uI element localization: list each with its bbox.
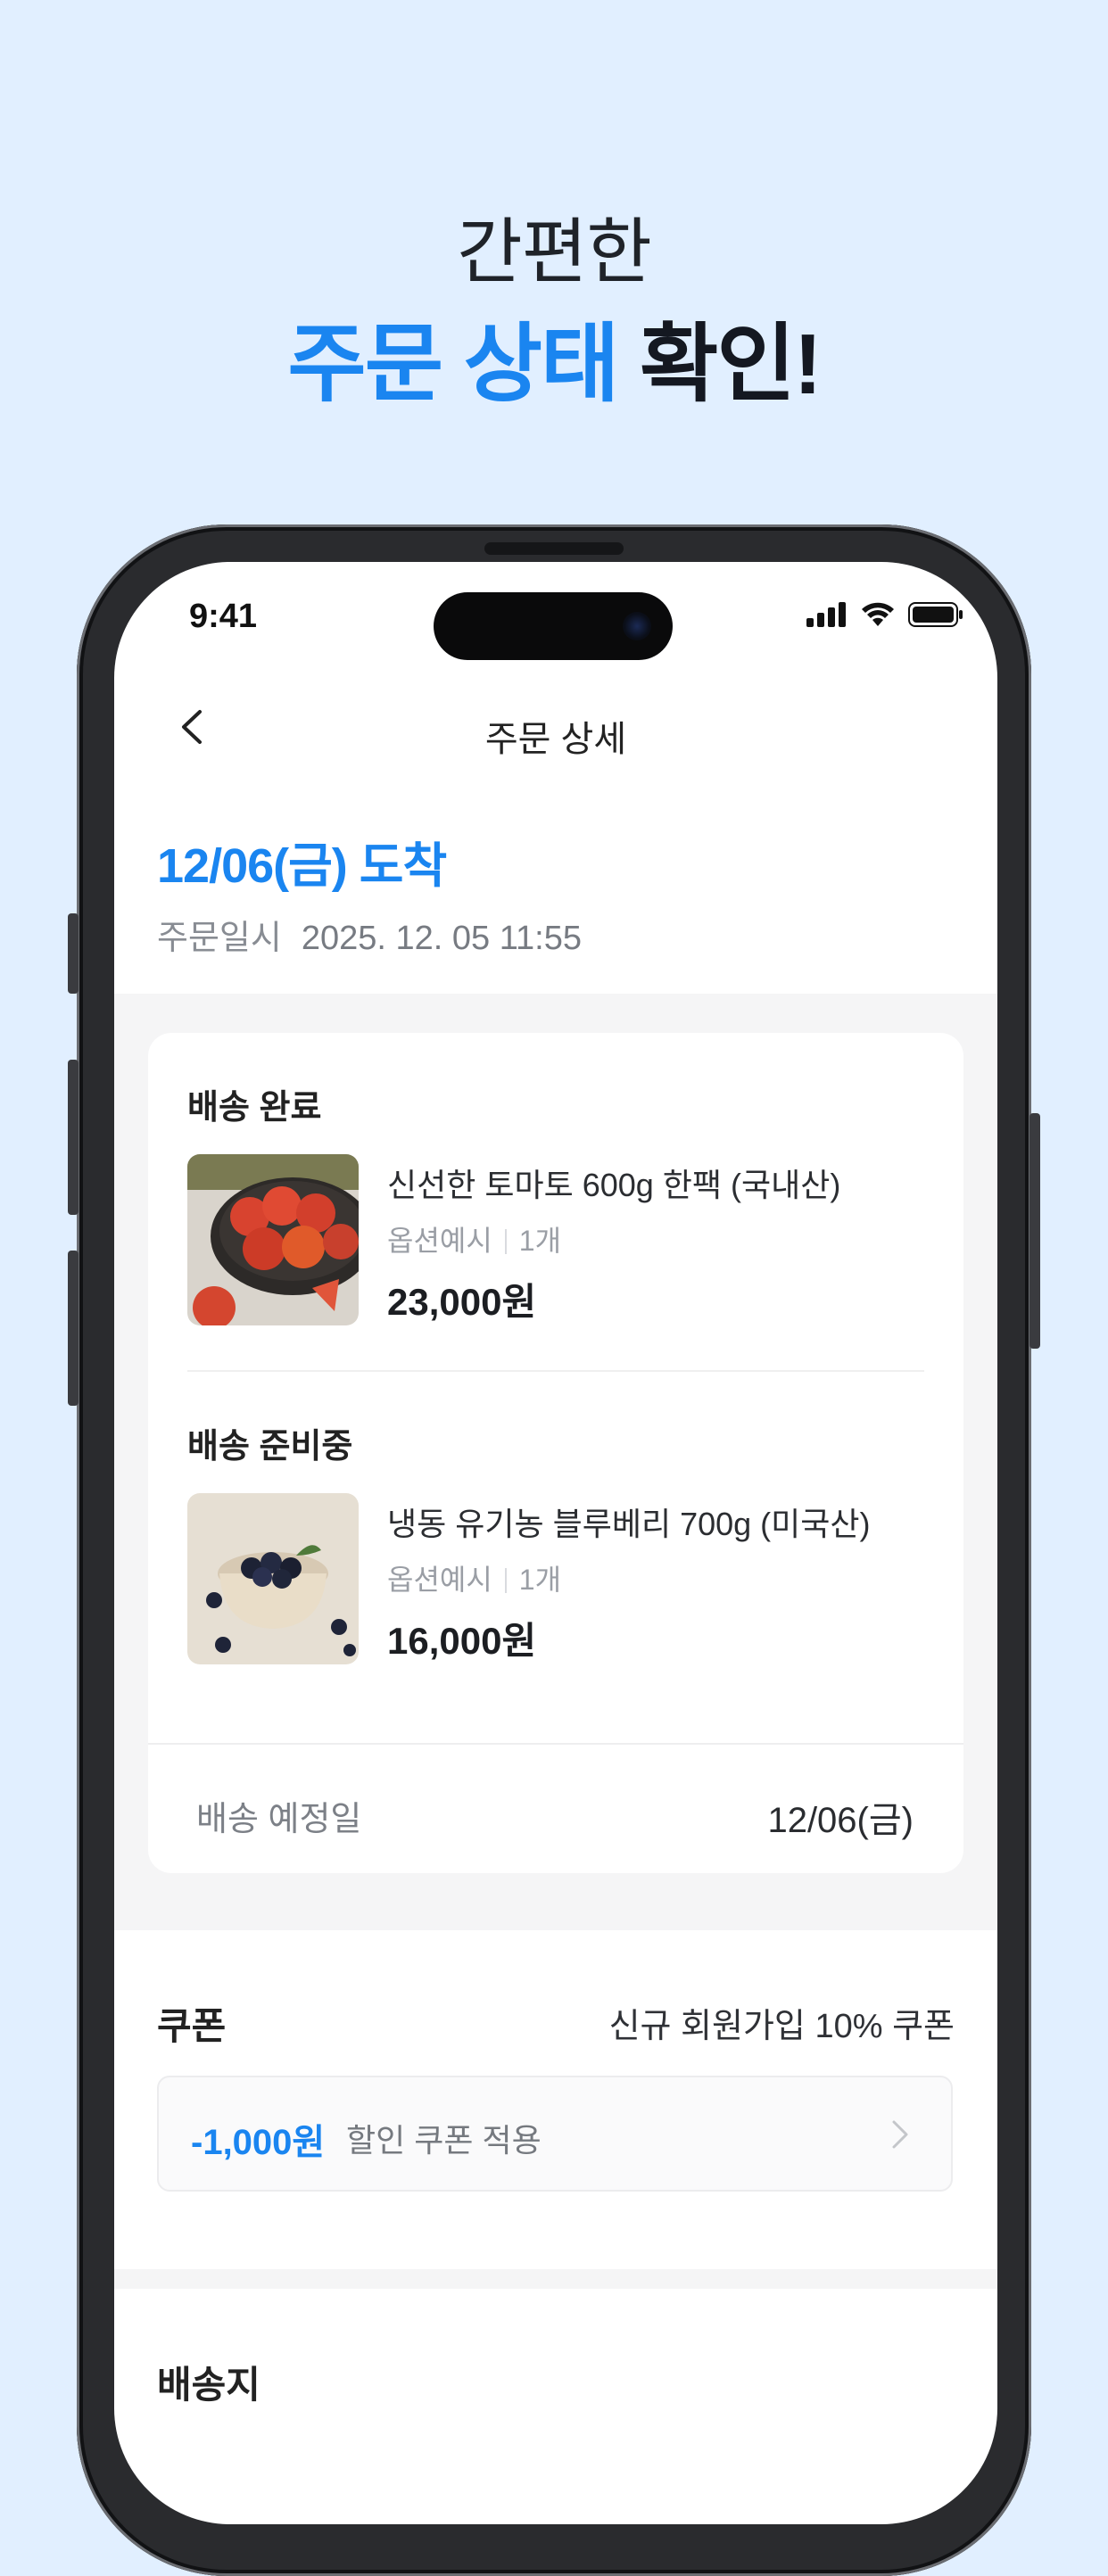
blueberry-photo[interactable] bbox=[187, 1493, 359, 1664]
product-price: 23,000원 bbox=[387, 1281, 537, 1323]
coupon-button[interactable]: -1,000원 할인 쿠폰 적용 bbox=[157, 2076, 953, 2192]
card-divider bbox=[148, 1743, 963, 1745]
order-datetime: 주문일시 2025. 12. 05 11:55 bbox=[157, 910, 582, 959]
blueberry-image bbox=[187, 1493, 359, 1664]
camera-icon bbox=[623, 612, 651, 640]
tomato-photo[interactable] bbox=[187, 1154, 359, 1325]
coupon-label: 쿠폰 bbox=[157, 2005, 227, 2047]
shipping-label: 배송 예정일 bbox=[196, 1801, 362, 1838]
side-button bbox=[68, 913, 79, 994]
side-button bbox=[68, 1251, 79, 1406]
product-name: 신선한 토마토 600g 한팩 (국내산) bbox=[387, 1167, 841, 1203]
tomato-image bbox=[187, 1154, 359, 1325]
phone-screen: 9:41 주문 상세 12/06(금) 도착 주문일시 2025. 12. 05 … bbox=[114, 562, 997, 2524]
product-price: 16,000원 bbox=[387, 1620, 537, 1662]
order-items-card: 배송 완료 신선한 토마토 600g 한팩 (국내산) 옵션예시 1개 23,00… bbox=[148, 1033, 963, 1873]
option-text: 옵션예시 bbox=[387, 1225, 492, 1257]
product-name: 냉동 유기농 블루베리 700g (미국산) bbox=[387, 1506, 871, 1542]
quantity-text: 1개 bbox=[518, 1225, 562, 1257]
status-time: 9:41 bbox=[189, 598, 258, 635]
order-date-value: 2025. 12. 05 11:55 bbox=[301, 920, 582, 957]
shipping-date: 12/06(금) bbox=[767, 1801, 914, 1840]
option-separator bbox=[504, 1568, 507, 1593]
item-status: 배송 준비중 bbox=[187, 1428, 353, 1466]
option-separator bbox=[504, 1229, 507, 1254]
chevron-right-icon bbox=[892, 2120, 908, 2149]
page-title: 주문 상세 bbox=[484, 720, 627, 759]
order-date-label: 주문일시 bbox=[157, 920, 282, 957]
quantity-text: 1개 bbox=[518, 1564, 562, 1596]
coupon-name: 신규 회원가입 10% 쿠폰 bbox=[608, 2008, 955, 2045]
coupon-description: 할인 쿠폰 적용 bbox=[346, 2122, 542, 2159]
item-status: 배송 완료 bbox=[187, 1089, 322, 1127]
dynamic-island bbox=[434, 592, 673, 660]
status-icons bbox=[806, 601, 963, 628]
headline-rest: 확인! bbox=[617, 317, 823, 412]
address-label: 배송지 bbox=[157, 2364, 260, 2406]
side-button bbox=[1029, 1113, 1040, 1349]
product-option: 옵션예시 1개 bbox=[387, 1218, 561, 1259]
coupon-amount: -1,000원 bbox=[191, 2123, 326, 2162]
item-divider bbox=[187, 1370, 924, 1372]
wifi-icon bbox=[862, 602, 894, 626]
headline-line1: 간편한 bbox=[457, 212, 652, 292]
signal-icon bbox=[806, 602, 846, 627]
headline-accent: 주문 상태 bbox=[287, 317, 619, 412]
section-separator bbox=[114, 2269, 997, 2289]
option-text: 옵션예시 bbox=[387, 1564, 492, 1596]
side-button bbox=[68, 1060, 79, 1215]
battery-icon bbox=[908, 602, 963, 627]
speaker bbox=[484, 542, 624, 555]
arrival-date: 12/06(금) 도착 bbox=[157, 839, 447, 893]
headline-line2: 주문 상태 확인! bbox=[0, 294, 1108, 418]
product-option: 옵션예시 1개 bbox=[387, 1557, 561, 1598]
